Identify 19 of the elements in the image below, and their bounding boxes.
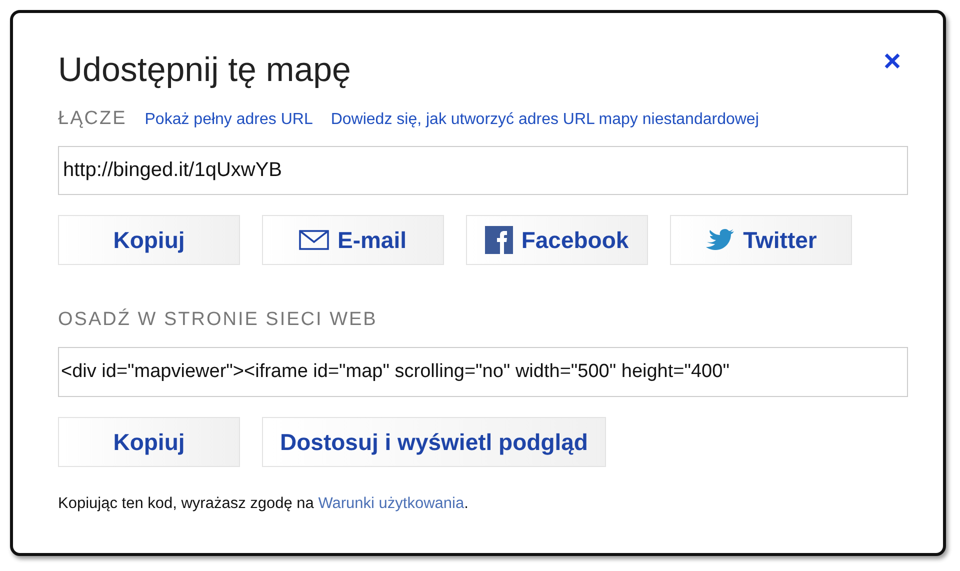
preview-button[interactable]: Dostosuj i wyświetl podgląd [262,417,606,467]
close-button[interactable]: × [881,47,903,77]
section-label: ŁĄCZE [58,108,127,130]
email-button[interactable]: E-mail [262,215,444,265]
copy-button[interactable]: Kopiuj [58,417,240,467]
terms-note: Kopiując ten kod, wyrażasz zgodę na Warunki użytkowania. [58,495,470,513]
help-link[interactable]: Pokaż pełny adres URL [144,111,313,129]
facebook-icon [485,226,514,254]
embed-code-field[interactable]: <div id="mapviewer"><iframe id="map" scrolling="no" width="500" height="400" [58,347,908,397]
copy-button[interactable]: Kopiuj [58,215,240,265]
help-link[interactable]: Dowiedz się, jak utworzyć adres URL mapy niestandardowej [330,111,759,129]
bird-icon [705,228,736,252]
dialog-title: Udostępnij tę mapę [58,51,351,90]
url-field[interactable]: http://binged.it/1qUxwYB [58,146,908,195]
facebook-button[interactable]: Facebook [466,215,648,265]
twitter-button[interactable]: Twitter [670,215,852,265]
section-label: OSADŹ W STRONIE SIECI WEB [58,309,378,330]
terms-link[interactable]: Warunki użytkowania [318,495,464,512]
envelope-icon [299,230,330,250]
